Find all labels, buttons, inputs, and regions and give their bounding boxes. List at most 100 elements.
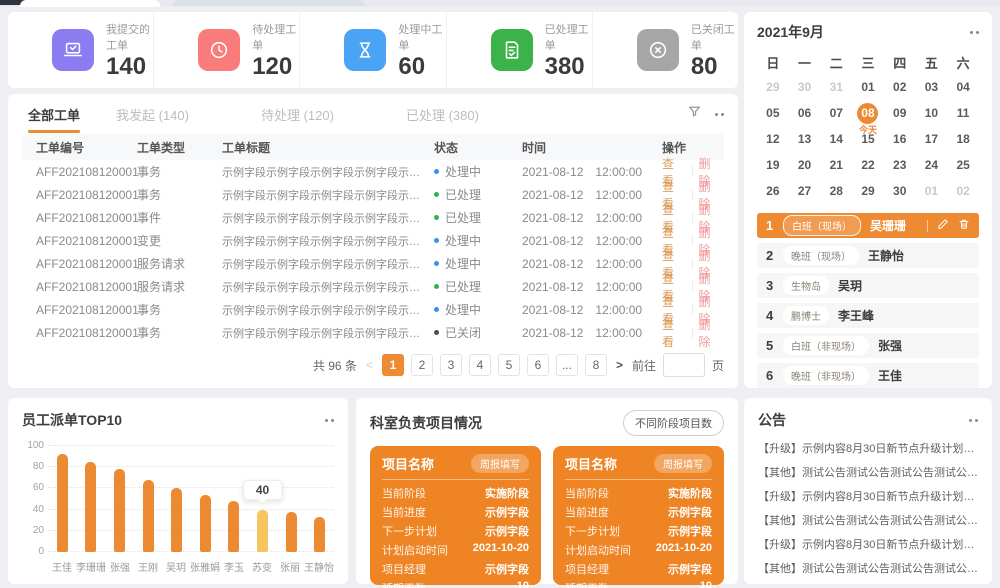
close-circle-icon	[637, 29, 679, 71]
project-field: 当前进度示例字段	[565, 504, 712, 520]
shift-row[interactable]: 4鹏博士李王峰	[757, 303, 979, 328]
page-button[interactable]: 8	[585, 354, 607, 376]
announcement-item[interactable]: 【其他】测试公告测试公告测试公告测试公告测试公告	[758, 557, 978, 581]
page-button[interactable]: 3	[440, 354, 462, 376]
calendar-day[interactable]: 16	[884, 126, 916, 152]
page-jump-input[interactable]	[663, 353, 705, 377]
next-page-button[interactable]: >	[614, 358, 625, 372]
calendar-day[interactable]: 09	[884, 100, 916, 126]
calendar-day[interactable]: 23	[884, 152, 916, 178]
projects-title: 科室负责项目情况	[370, 413, 482, 433]
page-button[interactable]: 2	[411, 354, 433, 376]
weekly-report-button[interactable]: 周报填写	[471, 454, 529, 473]
tab-pending-orders[interactable]: 待处理 (120)	[261, 105, 334, 124]
view-link[interactable]: 查看	[662, 316, 686, 350]
calendar-day[interactable]: 02	[947, 178, 979, 204]
shift-row[interactable]: 3生物岛吴玥	[757, 273, 979, 298]
bar[interactable]	[314, 517, 325, 552]
calendar-day[interactable]: 20	[789, 152, 821, 178]
calendar-day[interactable]: 05	[757, 100, 789, 126]
calendar-day[interactable]: 08今天	[852, 100, 884, 126]
weekday-label: 六	[947, 50, 979, 74]
bar[interactable]	[57, 454, 68, 552]
calendar-day[interactable]: 29	[757, 74, 789, 100]
more-icon[interactable]	[970, 31, 979, 34]
stage-project-count-button[interactable]: 不同阶段项目数	[623, 410, 724, 436]
bar[interactable]	[200, 495, 211, 552]
calendar-day[interactable]: 02	[884, 74, 916, 100]
prev-page-button[interactable]: <	[364, 358, 375, 372]
bar[interactable]	[228, 501, 239, 552]
bar[interactable]	[85, 462, 96, 552]
order-time: 2021-08-1212:00:00	[522, 188, 662, 202]
page-ellipsis[interactable]: ...	[556, 354, 578, 376]
calendar-day[interactable]: 03	[916, 74, 948, 100]
bar[interactable]	[143, 480, 154, 552]
delete-link[interactable]: 删除	[699, 316, 723, 350]
announcement-item[interactable]: 【升级】示例内容8月30日新节点升级计划通知	[758, 437, 978, 461]
calendar-day[interactable]: 04	[947, 74, 979, 100]
filter-icon[interactable]	[688, 105, 701, 123]
calendar-day[interactable]: 12	[757, 126, 789, 152]
calendar-day[interactable]: 19	[757, 152, 789, 178]
calendar-day[interactable]: 24	[916, 152, 948, 178]
edit-icon[interactable]	[937, 217, 949, 235]
project-card-header: 项目名称周报填写	[565, 454, 712, 473]
calendar-day[interactable]: 10	[916, 100, 948, 126]
calendar-day[interactable]: 29	[852, 178, 884, 204]
trash-icon[interactable]	[958, 217, 970, 235]
calendar-day[interactable]: 18	[947, 126, 979, 152]
calendar-day[interactable]: 11	[947, 100, 979, 126]
bar[interactable]	[257, 510, 268, 552]
tab-done-orders[interactable]: 已处理 (380)	[406, 105, 479, 124]
announcement-item[interactable]: 【升级】示例内容8月30日新节点升级计划通知	[758, 533, 978, 557]
calendar-day[interactable]: 21	[820, 152, 852, 178]
shift-name: 王佳	[878, 367, 902, 384]
bar[interactable]	[286, 512, 297, 552]
calendar-day[interactable]: 25	[947, 152, 979, 178]
calendar-day[interactable]: 01	[916, 178, 948, 204]
shift-row[interactable]: 2晚班（现场）王静怡	[757, 243, 979, 268]
field-value: 示例字段	[668, 504, 712, 520]
calendar-day[interactable]: 22	[852, 152, 884, 178]
calendar-day[interactable]: 13	[789, 126, 821, 152]
calendar-weekdays: 日一二三四五六	[757, 50, 979, 74]
announcement-item[interactable]: 【其他】测试公告测试公告测试公告测试公告测试公告	[758, 461, 978, 485]
calendar-day[interactable]: 28	[820, 178, 852, 204]
calendar-day[interactable]: 27	[789, 178, 821, 204]
tab-my-orders[interactable]: 我发起 (140)	[116, 105, 189, 124]
page-button[interactable]: 5	[498, 354, 520, 376]
calendar-day[interactable]: 26	[757, 178, 789, 204]
tab-all-orders[interactable]: 全部工单	[28, 105, 80, 124]
calendar-day[interactable]: 06	[789, 100, 821, 126]
weekly-report-button[interactable]: 周报填写	[654, 454, 712, 473]
project-field: 下一步计划示例字段	[382, 523, 529, 539]
calendar-day[interactable]: 30	[789, 74, 821, 100]
calendar-day[interactable]: 17	[916, 126, 948, 152]
page-button[interactable]: 4	[469, 354, 491, 376]
y-axis-tick: 60	[20, 482, 44, 493]
announcement-item[interactable]: 【其他】测试公告测试公告测试公告测试公告测试公告	[758, 509, 978, 533]
shift-row[interactable]: 6晚班（非现场）王佳	[757, 363, 979, 388]
calendar-day[interactable]: 01	[852, 74, 884, 100]
calendar-day[interactable]: 14	[820, 126, 852, 152]
order-clock: 12:00:00	[595, 280, 642, 294]
announcements-card: 公告 【升级】示例内容8月30日新节点升级计划通知【其他】测试公告测试公告测试公…	[744, 398, 992, 584]
shift-row[interactable]: 5白班（非现场）张强	[757, 333, 979, 358]
shift-tag: 白班（现场）	[783, 215, 861, 236]
shift-row[interactable]: 1白班（现场）吴珊珊	[757, 213, 979, 238]
more-icon[interactable]	[715, 113, 724, 116]
more-icon[interactable]	[325, 419, 334, 422]
x-axis-label: 王佳	[48, 559, 76, 574]
bar[interactable]	[114, 469, 125, 552]
divider	[927, 220, 928, 232]
bar[interactable]	[171, 488, 182, 552]
page-button[interactable]: 6	[527, 354, 549, 376]
announcement-item[interactable]: 【升级】示例内容8月30日新节点升级计划通知	[758, 485, 978, 509]
more-icon[interactable]	[969, 419, 978, 422]
calendar-day[interactable]: 07	[820, 100, 852, 126]
page-button[interactable]: 1	[382, 354, 404, 376]
calendar-day[interactable]: 31	[820, 74, 852, 100]
calendar-day[interactable]: 30	[884, 178, 916, 204]
col-actions: 操作	[662, 139, 722, 156]
